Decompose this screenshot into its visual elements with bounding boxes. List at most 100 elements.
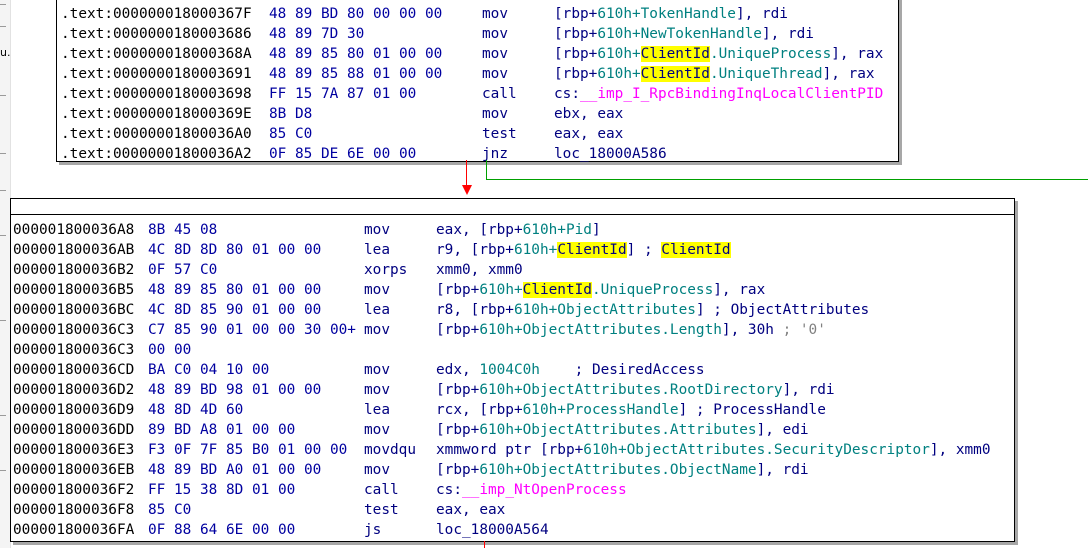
operand-variable[interactable]: 610h+ (479, 282, 522, 298)
basic-block-2[interactable]: 000001800036A8 8B 45 08 mov eax, [rbp+610h+… (10, 198, 1015, 542)
opcode-bytes: 85 C0 (148, 502, 192, 518)
disasm-line[interactable]: 000001800036A8 8B 45 08 mov eax, [rbp+610h+… (11, 220, 1014, 240)
margin-tick (0, 26, 6, 27)
operand-variable[interactable]: 610h+ProcessHandle (523, 402, 679, 418)
disasm-line[interactable]: 000001800036EB 48 89 BD A0 01 00 00 mov [rb… (11, 460, 1014, 480)
operand-text: ], rax (822, 66, 875, 82)
opcode-bytes: 0F 88 64 6E 00 00 (148, 522, 296, 538)
operand-text: ], edi (756, 422, 809, 438)
operand-variable[interactable]: 610h+Pid (523, 222, 592, 238)
operand-variable[interactable]: 610h+ (597, 46, 640, 62)
operand-text: [ (554, 6, 563, 22)
true-branch-edge-horizontal (486, 179, 1088, 180)
mnemonic: mov (364, 282, 390, 298)
operands: r9, [rbp+610h+ClientId] ; ClientId (436, 240, 731, 260)
opcode-bytes: 4C 8D 8D 80 01 00 00 (148, 242, 322, 258)
operand-text: ] ; ProcessHandle (678, 402, 826, 418)
address: .text:000000018000369E (61, 106, 252, 122)
disasm-line[interactable]: 000001800036AB 4C 8D 8D 80 01 00 00 lea r9,… (11, 240, 1014, 260)
address: .text:00000001800036A2 (61, 146, 252, 162)
disasm-line[interactable]: .text:00000001800036A0 85 C0 test eax, eax (57, 124, 898, 144)
operand-variable[interactable]: 610h+ObjectAttributes.RootDirectory (479, 382, 782, 398)
disasm-line[interactable]: 000001800036C3 00 00 (11, 340, 1014, 360)
highlighted-identifier[interactable]: ClientId (522, 282, 592, 298)
operand-variable[interactable]: 1004C0h (479, 362, 540, 378)
edge-arrowhead-icon (462, 185, 472, 195)
address: 000001800036C3 (13, 322, 135, 338)
highlighted-identifier[interactable]: ClientId (661, 242, 731, 258)
disasm-line[interactable]: 000001800036BC 4C 8D 85 90 01 00 00 lea r8,… (11, 300, 1014, 320)
operand-variable[interactable]: .UniqueProcess (710, 46, 831, 62)
disasm-line[interactable]: 000001800036FA 0F 88 64 6E 00 00 js loc_180… (11, 520, 1014, 540)
mnemonic: call (364, 482, 399, 498)
address: 000001800036BC (13, 302, 135, 318)
opcode-bytes: 48 8D 4D 60 (148, 402, 244, 418)
operand-variable[interactable]: 610h+ObjectAttributes.SecurityDescriptor (583, 442, 930, 458)
operands: [rbp+610h+ClientId.UniqueProcess], rax (436, 280, 765, 300)
disasm-line[interactable]: .text:0000000180003698 FF 15 7A 87 01 00 c… (57, 84, 898, 104)
mnemonic: movdqu (364, 442, 416, 458)
operand-text: ], rdi (761, 26, 814, 42)
highlighted-identifier[interactable]: ClientId (557, 242, 627, 258)
address: 000001800036C3 (13, 342, 135, 358)
mnemonic: test (482, 126, 517, 142)
disasm-line[interactable]: 000001800036E3 F3 0F 7F 85 B0 01 00 00 mov… (11, 440, 1014, 460)
operand-variable[interactable]: 610h+ (597, 66, 640, 82)
operand-variable[interactable]: 610h+TokenHandle (597, 6, 736, 22)
operands: [rbp+610h+ClientId.UniqueThread], rax (554, 64, 875, 84)
operands: cs:__imp_NtOpenProcess (436, 480, 627, 500)
disasm-line[interactable]: 000001800036F2 FF 15 38 8D 01 00 call cs:__… (11, 480, 1014, 500)
mnemonic: mov (482, 26, 508, 42)
operand-text: ebx, eax (554, 106, 624, 122)
mnemonic: lea (364, 402, 390, 418)
disasm-line[interactable]: 000001800036D2 48 89 BD 98 01 00 00 mov [rb… (11, 380, 1014, 400)
false-branch-edge (466, 160, 467, 186)
address: 000001800036CD (13, 362, 135, 378)
operand-text: ], rdi (782, 382, 835, 398)
operand-text: xmmword ptr [rbp+ (436, 442, 584, 458)
operand-variable[interactable]: 610h+ObjectAttributes.Attributes (479, 422, 756, 438)
disasm-line[interactable]: 000001800036D9 48 8D 4D 60 lea rcx, [rbp+61… (11, 400, 1014, 420)
comment: ; '0' (773, 322, 826, 338)
operand-variable[interactable]: 610h+ObjectAttributes.ObjectName (479, 462, 756, 478)
opcode-bytes: 48 89 85 88 01 00 00 (269, 66, 443, 82)
address: 000001800036A8 (13, 222, 135, 238)
address: 000001800036DD (13, 422, 135, 438)
operands: [rbp+610h+ObjectAttributes.ObjectName], … (436, 460, 809, 480)
disasm-line[interactable]: .text:0000000180003686 48 89 7D 30 mov [rbp… (57, 24, 898, 44)
import-reference[interactable]: __imp_NtOpenProcess (462, 482, 627, 498)
operands: cs:__imp_I_RpcBindingInqLocalClientPID (554, 84, 883, 104)
highlighted-identifier[interactable]: ClientId (640, 46, 710, 62)
margin-tick (0, 190, 6, 191)
operand-variable[interactable]: 610h+ObjectAttributes.Length (479, 322, 722, 338)
disasm-line[interactable]: .text:0000000180003691 48 89 85 88 01 00 … (57, 64, 898, 84)
operand-variable[interactable]: .UniqueThread (710, 66, 823, 82)
basic-block-1[interactable]: .text:000000018000367F 48 89 BD 80 00 00 … (56, 0, 899, 162)
address: .text:000000018000367F (61, 6, 252, 22)
operand-text: xmm0, xmm0 (436, 262, 523, 278)
mnemonic: mov (364, 222, 390, 238)
operand-variable[interactable]: .UniqueProcess (592, 282, 713, 298)
import-reference[interactable]: __imp_I_RpcBindingInqLocalClientPID (580, 86, 883, 102)
address: 000001800036F2 (13, 482, 135, 498)
operand-variable[interactable]: 610h+ObjectAttributes (514, 302, 696, 318)
disasm-line[interactable]: 000001800036DD 89 BD A8 01 00 00 mov [rbp+6… (11, 420, 1014, 440)
disasm-line[interactable]: 000001800036B2 0F 57 C0 xorps xmm0, xmm0 (11, 260, 1014, 280)
disasm-line[interactable]: .text:000000018000369E 8B D8 mov ebx, eax (57, 104, 898, 124)
disasm-line[interactable]: .text:000000018000368A 48 89 85 80 01 00 … (57, 44, 898, 64)
disasm-line[interactable]: .text:00000001800036A2 0F 85 DE 6E 00 00 j… (57, 144, 898, 164)
margin-tick (0, 320, 6, 321)
operand-variable[interactable]: 610h+ (514, 242, 557, 258)
disasm-line[interactable]: 000001800036B5 48 89 85 80 01 00 00 mov [rb… (11, 280, 1014, 300)
mnemonic: mov (364, 382, 390, 398)
address: .text:0000000180003698 (61, 86, 252, 102)
disasm-line[interactable]: 000001800036C3 C7 85 90 01 00 00 30 00+ mo… (11, 320, 1014, 340)
opcode-bytes: 85 C0 (269, 126, 313, 142)
operands: ebx, eax (554, 104, 623, 124)
disasm-line[interactable]: .text:000000018000367F 48 89 BD 80 00 00 … (57, 4, 898, 24)
operand-variable[interactable]: 610h+NewTokenHandle (597, 26, 762, 42)
operand-text: loc_18000A586 (554, 146, 667, 162)
highlighted-identifier[interactable]: ClientId (640, 66, 710, 82)
disasm-line[interactable]: 000001800036F8 85 C0 test eax, eax (11, 500, 1014, 520)
disasm-line[interactable]: 000001800036CD BA C0 04 10 00 mov edx, 1004… (11, 360, 1014, 380)
